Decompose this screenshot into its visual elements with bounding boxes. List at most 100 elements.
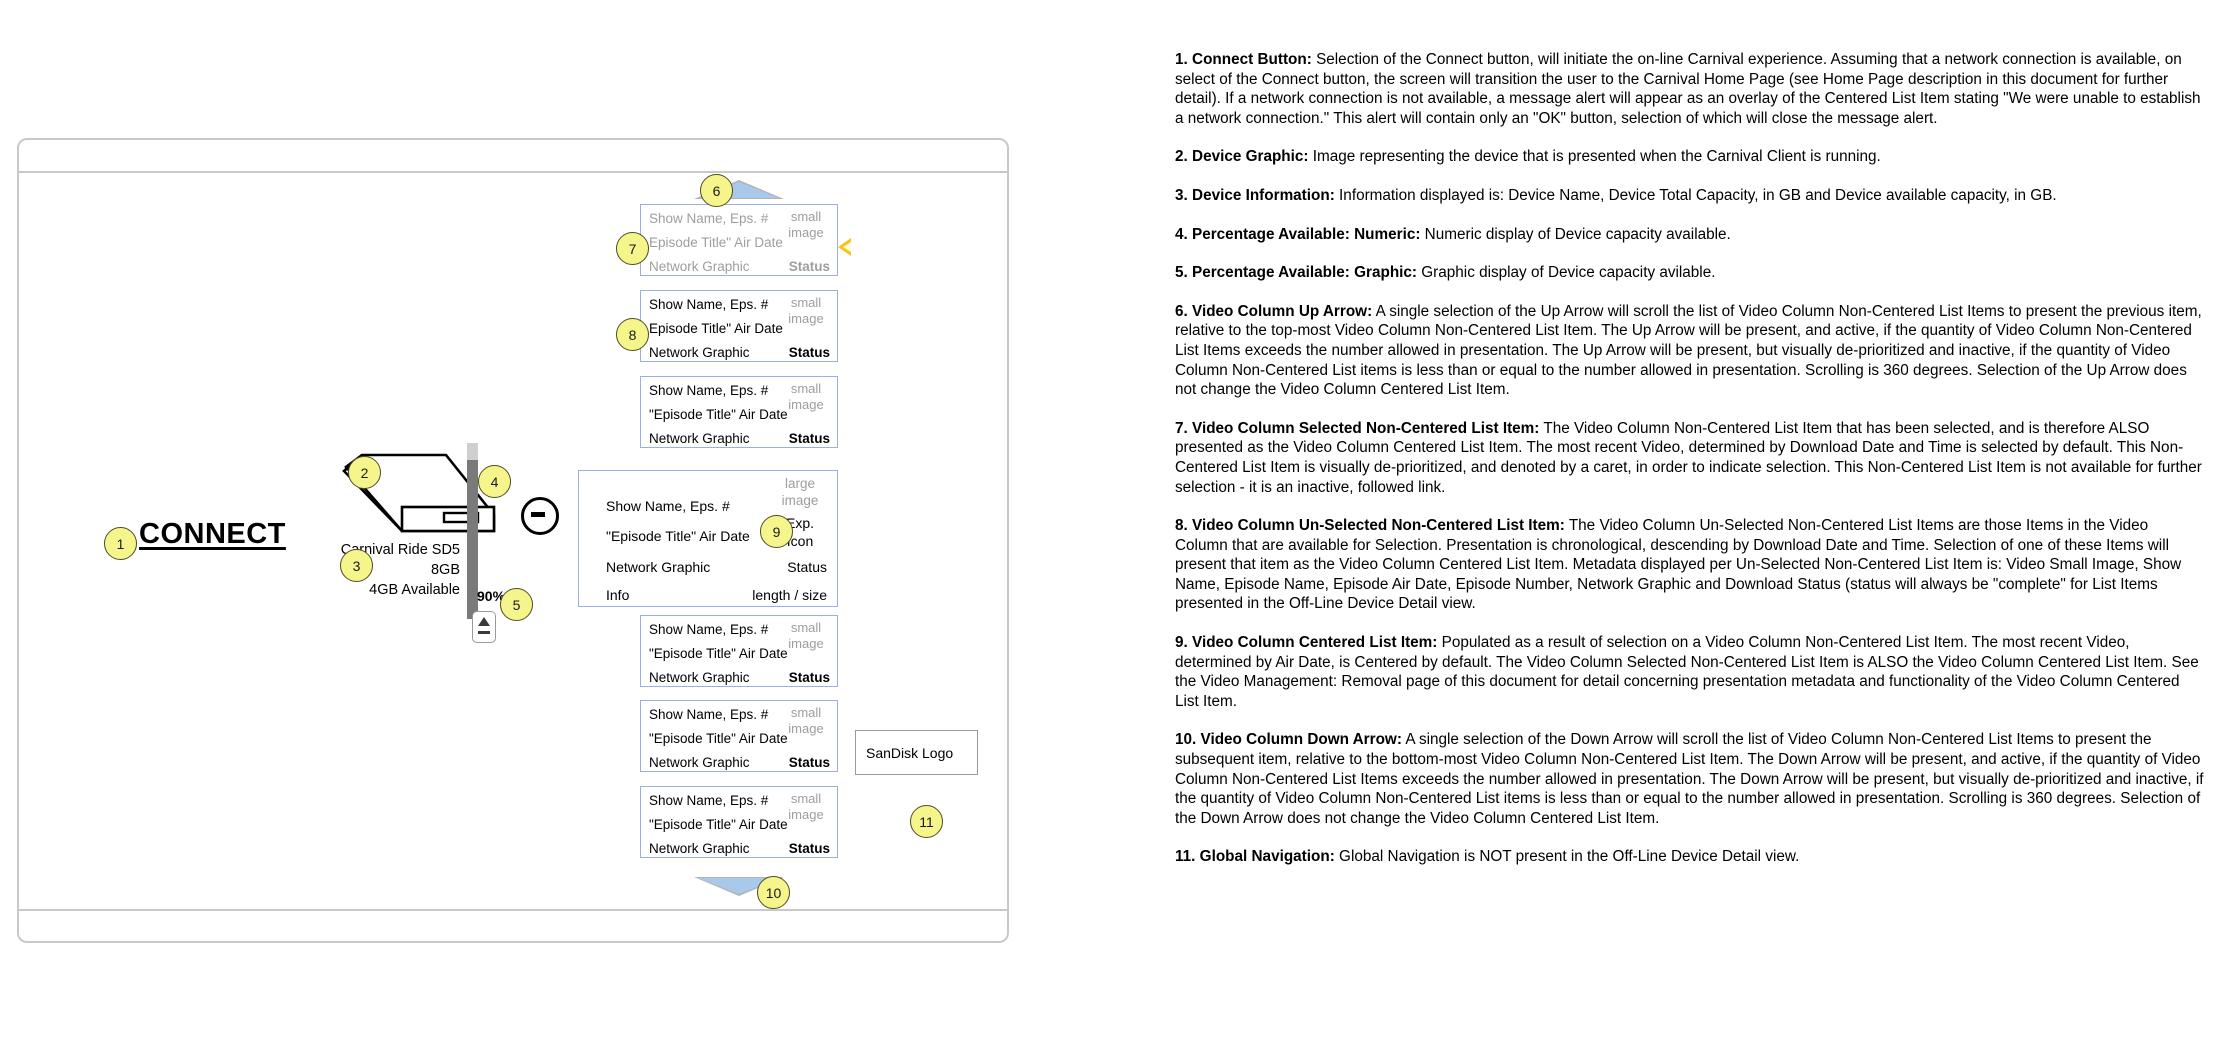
centered-length-size: length / size (752, 587, 827, 603)
list-item-unselected-4[interactable]: Show Name, Eps. # "Episode Title" Air Da… (640, 700, 838, 772)
spec-10-title: Video Column Down Arrow: (1200, 731, 1402, 749)
centered-large-image: large image (773, 475, 827, 509)
small-image-line2: image (788, 807, 824, 822)
list-item-episode: "Episode Title" Air Date (649, 731, 788, 746)
list-item-unselected-1[interactable]: Show Name, Eps. # Episode Title" Air Dat… (640, 290, 838, 362)
list-item-small-image: small image (782, 381, 830, 413)
caret-inner-icon (843, 242, 851, 252)
spec-item-7: 7. Video Column Selected Non-Centered Li… (1175, 419, 2205, 497)
minus-remove-icon[interactable] (521, 497, 559, 535)
small-image-line1: small (790, 705, 822, 720)
spec-item-5: 5. Percentage Available: Graphic: Graphi… (1175, 263, 2205, 283)
connect-button[interactable]: CONNECT (139, 518, 286, 551)
spec-2-title: Device Graphic: (1192, 148, 1309, 166)
list-item-small-image: small image (782, 620, 830, 652)
spec-3-num: 3. (1175, 186, 1188, 204)
list-item-status: Status (788, 345, 830, 360)
small-image-line2: image (788, 311, 824, 326)
list-item-episode: "Episode Title" Air Date (649, 646, 788, 661)
callout-9: 9 (760, 515, 793, 548)
centered-title: Show Name, Eps. # (606, 498, 730, 514)
list-item-network: Network Graphic (649, 755, 750, 770)
list-item-unselected-2[interactable]: Show Name, Eps. # "Episode Title" Air Da… (640, 376, 838, 448)
spec-9-num: 9. (1175, 634, 1188, 652)
list-item-title: Show Name, Eps. # (649, 297, 769, 312)
spec-4-num: 4. (1175, 225, 1188, 243)
spec-2-body: Image representing the device that is pr… (1308, 148, 1881, 166)
screen-header-bar (19, 140, 1007, 173)
list-item-small-image: small image (782, 791, 830, 823)
spec-9-title: Video Column Centered List Item: (1192, 634, 1438, 652)
callout-8: 8 (616, 318, 649, 351)
spec-item-11: 11. Global Navigation: Global Navigation… (1175, 847, 2205, 867)
sandisk-logo-label: SanDisk Logo (866, 744, 954, 761)
list-item-status: Status (788, 755, 830, 770)
spec-item-4: 4. Percentage Available: Numeric: Numeri… (1175, 225, 2205, 245)
spec-item-6: 6. Video Column Up Arrow: A single selec… (1175, 302, 2205, 400)
spec-5-num: 5. (1175, 264, 1188, 282)
list-item-episode: "Episode Title" Air Date (649, 407, 788, 422)
list-item-small-image: small image (782, 705, 830, 737)
small-image-line2: image (788, 636, 824, 651)
callout-6: 6 (700, 174, 733, 207)
list-item-network: Network Graphic (649, 431, 750, 446)
spec-2-num: 2. (1175, 148, 1188, 166)
list-item-title: Show Name, Eps. # (649, 793, 769, 808)
spec-8-title: Video Column Un-Selected Non-Centered Li… (1192, 517, 1565, 535)
list-item-unselected-5[interactable]: Show Name, Eps. # "Episode Title" Air Da… (640, 786, 838, 858)
callout-4: 4 (478, 465, 511, 498)
centered-info: Info (606, 587, 630, 603)
spec-item-8: 8. Video Column Un-Selected Non-Centered… (1175, 516, 2205, 614)
spec-4-body: Numeric display of Device capacity avail… (1420, 225, 1731, 243)
small-image-line1: small (790, 209, 822, 224)
spec-11-num: 11. (1175, 848, 1196, 866)
list-item-title: Show Name, Eps. # (649, 211, 769, 226)
small-image-line2: image (788, 721, 824, 736)
list-item-status: Status (788, 670, 830, 685)
spec-1-num: 1. (1175, 51, 1188, 68)
centered-episode: "Episode Title" Air Date (606, 528, 750, 544)
list-item-unselected-3[interactable]: Show Name, Eps. # "Episode Title" Air Da… (640, 615, 838, 687)
large-image-line2: image (781, 493, 819, 508)
list-item-network: Network Graphic (649, 345, 750, 360)
callout-10: 10 (757, 876, 790, 909)
spec-11-title: Global Navigation: (1199, 848, 1335, 866)
capacity-bar-free (467, 443, 478, 460)
spec-1-title: Connect Button: (1192, 51, 1312, 68)
sandisk-logo-box: SanDisk Logo (855, 730, 978, 775)
list-item-centered[interactable]: Show Name, Eps. # "Episode Title" Air Da… (578, 470, 838, 607)
list-item-episode: "Episode Title" Air Date (649, 817, 788, 832)
centered-network: Network Graphic (606, 559, 711, 575)
list-item-selected-non-centered: Show Name, Eps. # Episode Title" Air Dat… (640, 204, 838, 276)
spec-7-title: Video Column Selected Non-Centered List … (1192, 419, 1540, 437)
small-image-line1: small (790, 791, 822, 806)
callout-2: 2 (348, 456, 381, 489)
callout-7: 7 (616, 232, 649, 265)
callout-11: 11 (910, 805, 943, 838)
wireframe-panel: 1 CONNECT 2 3 Carnival Ride SD5 8GB 4GB … (0, 0, 1040, 1056)
large-image-line1: large (784, 476, 816, 491)
list-item-network: Network Graphic (649, 841, 750, 856)
spec-4-title: Percentage Available: Numeric: (1192, 225, 1421, 243)
callout-3: 3 (340, 549, 373, 582)
spec-item-3: 3. Device Information: Information displ… (1175, 186, 2205, 206)
small-image-line1: small (790, 620, 822, 635)
small-image-line1: small (790, 381, 822, 396)
list-item-title: Show Name, Eps. # (649, 383, 769, 398)
eject-icon[interactable] (472, 611, 496, 643)
spec-3-title: Device Information: (1192, 186, 1335, 204)
list-item-episode: Episode Title" Air Date (649, 321, 783, 336)
spec-8-num: 8. (1175, 517, 1188, 535)
spec-6-num: 6. (1175, 302, 1188, 320)
spec-item-1: 1. Connect Button: Selection of the Conn… (1175, 50, 2205, 128)
list-item-small-image: small image (782, 295, 830, 327)
list-item-status: Status (788, 259, 830, 274)
screen-footer-bar (19, 909, 1007, 941)
eject-triangle-icon (478, 617, 490, 626)
small-image-line1: small (790, 295, 822, 310)
list-item-status: Status (788, 841, 830, 856)
spec-6-title: Video Column Up Arrow: (1192, 302, 1373, 320)
small-image-line2: image (788, 397, 824, 412)
list-item-network: Network Graphic (649, 259, 750, 274)
list-item-title: Show Name, Eps. # (649, 622, 769, 637)
